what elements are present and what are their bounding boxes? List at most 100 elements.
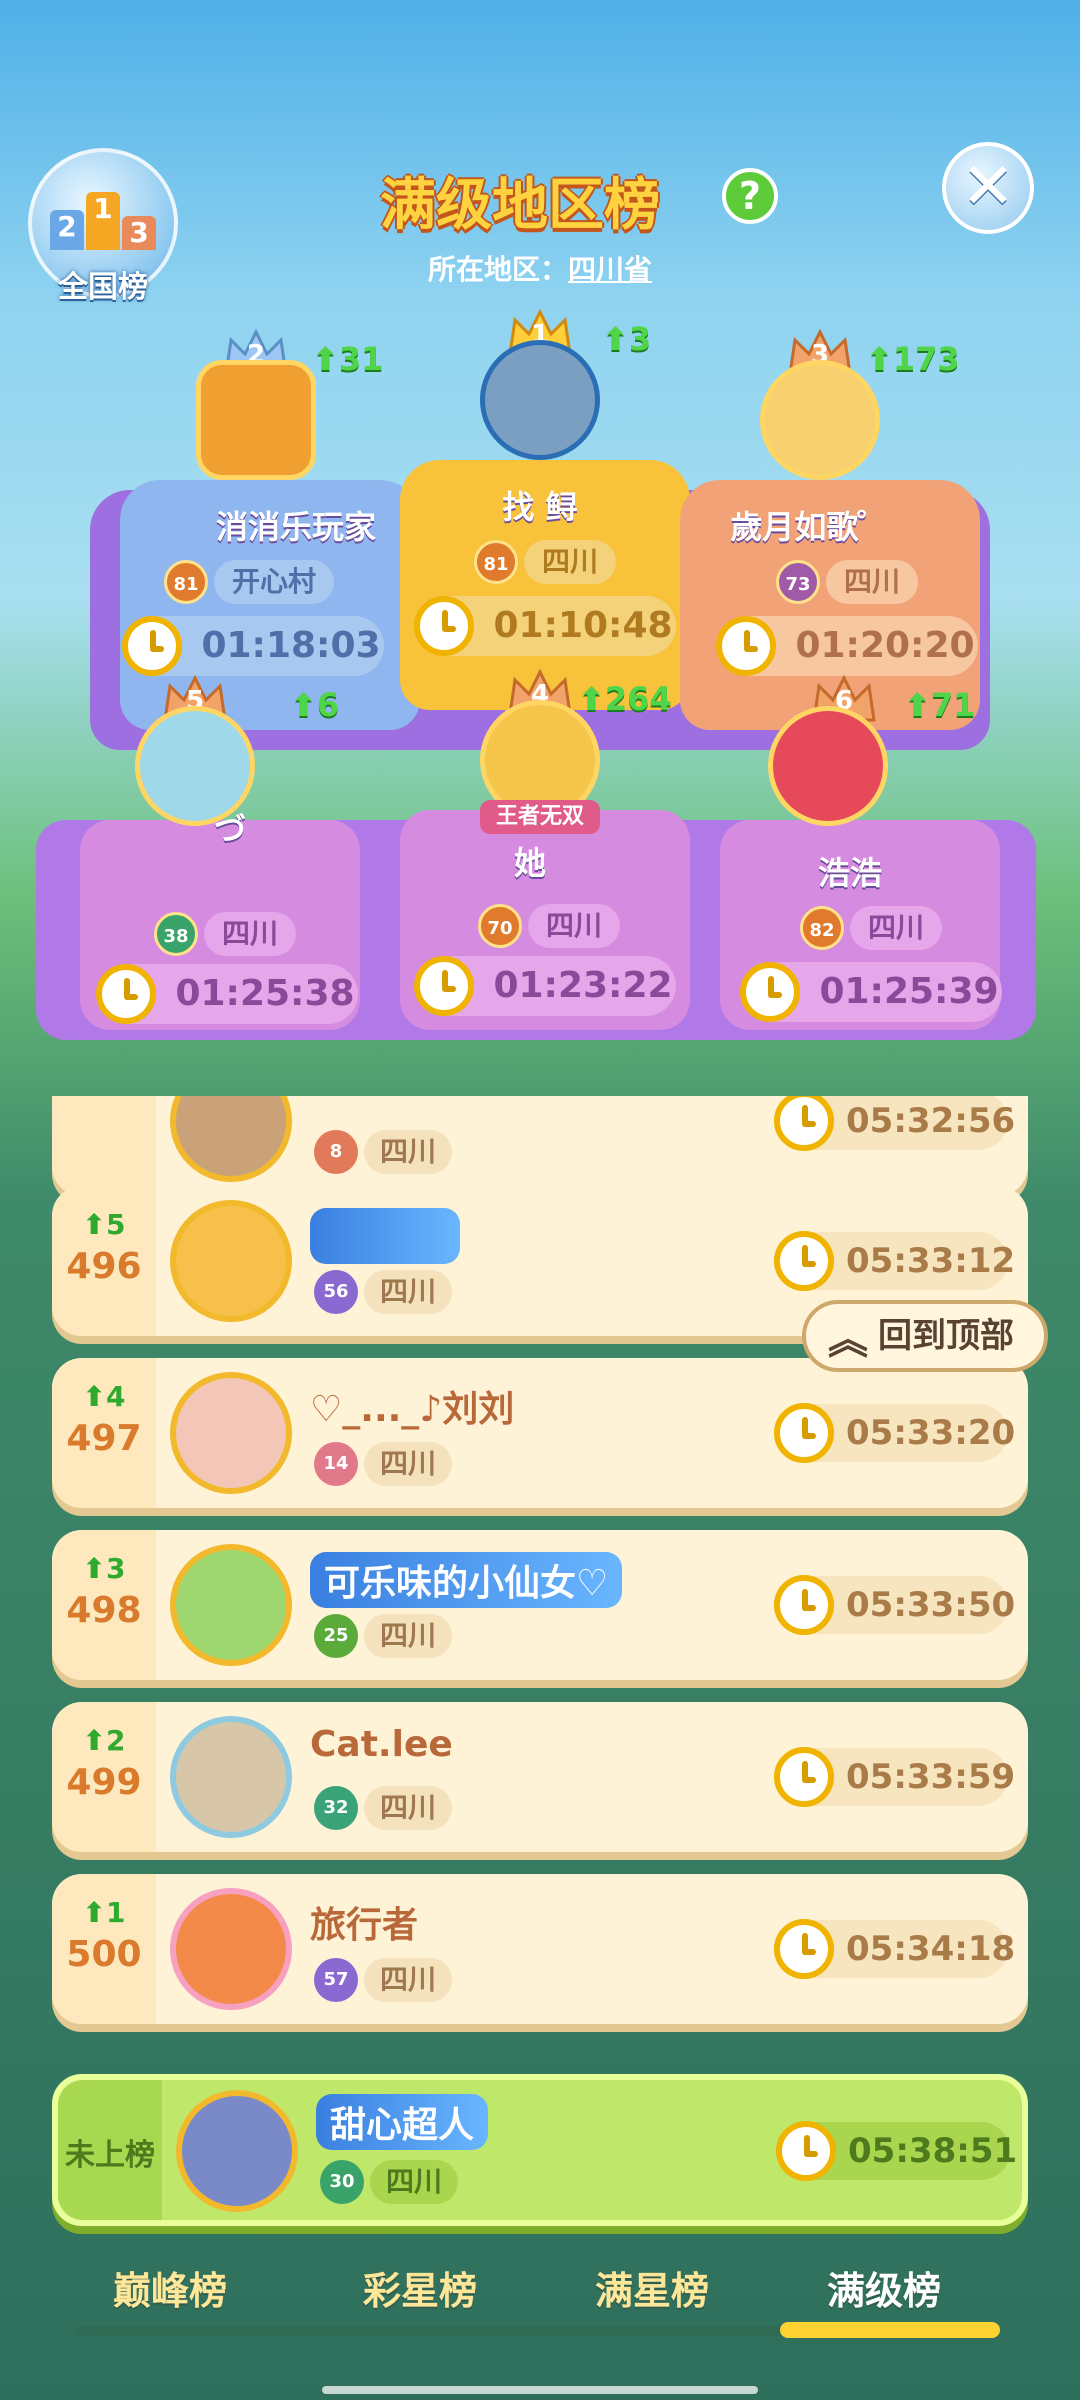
player-name: 甜心超人 — [316, 2094, 489, 2150]
podium-player-2[interactable]: 2 ⬆31 消消乐玩家 81 开心村 01:18:03 — [96, 326, 416, 686]
region-pill: 四川 — [364, 1786, 453, 1830]
region-pill: 四川 — [364, 1614, 453, 1658]
podium-player-1[interactable]: 1 ⬆3 找 鲟 81 四川 01:10:48 — [380, 306, 700, 666]
clock-icon — [716, 616, 776, 676]
level-badge: 30 — [320, 2160, 364, 2204]
avatar — [196, 360, 316, 480]
rank-up-indicator: ⬆3 — [82, 1552, 126, 1585]
list-item[interactable]: ⬆2 499 Cat.lee 32 四川 05:33:59 — [52, 1702, 1028, 1852]
rank-number: 500 — [66, 1934, 142, 1975]
player-name — [310, 1208, 460, 1264]
podium-player-3[interactable]: 3 ⬆173 歲月如歌 ̊ 73 四川 01:20:20 — [660, 326, 980, 686]
time-pill: 05:33:20 — [774, 1403, 1015, 1463]
clock-icon — [96, 964, 156, 1024]
time-pill: 05:33:59 — [774, 1747, 1015, 1807]
region-prefix: 所在地区： — [428, 253, 569, 286]
tab-full-star[interactable]: 满星榜 — [552, 2260, 752, 2315]
ranking-list[interactable]: 8 四川 05:32:56 ⬆5 496 56 四川 05:33:12 ⬆4 4… — [52, 1096, 1028, 2036]
level-badge: 8 — [314, 1130, 358, 1174]
level-badge: 82 — [800, 906, 844, 950]
time-pill: 05:34:18 — [774, 1919, 1015, 1979]
rank-up-indicator: ⬆2 — [82, 1724, 126, 1757]
rank-up-indicator: ⬆264 — [578, 680, 672, 718]
home-indicator[interactable] — [322, 2386, 758, 2394]
region-pill: 四川 — [524, 540, 617, 584]
region-pill: 四川 — [528, 904, 621, 948]
help-icon[interactable]: ? — [722, 168, 778, 224]
tab-full-level[interactable]: 满级榜 — [784, 2260, 984, 2315]
clock-icon — [414, 596, 474, 656]
page-title: 满级地区榜 — [380, 173, 660, 238]
region-link[interactable]: 四川省 — [568, 253, 652, 286]
region-pill: 四川 — [364, 1442, 453, 1486]
avatar — [170, 1544, 292, 1666]
list-item[interactable]: ⬆1 500 旅行者 57 四川 05:34:18 — [52, 1874, 1028, 2024]
region-pill: 四川 — [364, 1270, 453, 1314]
back-to-top-button[interactable]: ︽ 回到顶部 — [802, 1300, 1048, 1372]
close-button[interactable]: ✕ — [942, 142, 1034, 234]
level-badge: 56 — [314, 1270, 358, 1314]
region-pill: 四川 — [364, 1958, 453, 2002]
player-name: 可乐味的小仙女♡ — [310, 1552, 623, 1608]
bottom-tabs: 巅峰榜 彩星榜 满星榜 满级榜 — [0, 2250, 1080, 2330]
rank-number: 497 — [66, 1418, 142, 1459]
rank-up-indicator: ⬆6 — [290, 686, 340, 724]
time-pill: 01:25:39 — [740, 962, 1002, 1022]
rank-up-indicator: ⬆4 — [82, 1380, 126, 1413]
avatar — [170, 1200, 292, 1322]
level-badge: 14 — [314, 1442, 358, 1486]
region-pill: 四川 — [850, 906, 943, 950]
level-badge: 57 — [314, 1958, 358, 2002]
rank-up-indicator: ⬆3 — [602, 320, 652, 358]
list-item[interactable]: 8 四川 05:32:56 — [52, 1096, 1028, 1196]
time-pill: 01:25:38 — [96, 964, 358, 1024]
region-pill: 四川 — [364, 1130, 453, 1174]
avatar — [768, 706, 888, 826]
clock-icon — [740, 962, 800, 1022]
player-name: 旅行者 — [310, 1905, 419, 1946]
avatar — [170, 1888, 292, 2010]
level-badge: 70 — [478, 904, 522, 948]
list-item[interactable]: ⬆3 498 可乐味的小仙女♡ 25 四川 05:33:50 — [52, 1530, 1028, 1680]
avatar — [170, 1372, 292, 1494]
double-chevron-up-icon: ︽ — [828, 1317, 868, 1363]
rank-up-indicator: ⬆5 — [82, 1208, 126, 1241]
time-pill: 01:23:22 — [414, 956, 676, 1016]
rank-number: 499 — [66, 1762, 142, 1803]
region-pill: 开心村 — [214, 560, 335, 604]
time-pill: 05:33:50 — [774, 1575, 1015, 1635]
time-pill: 05:38:51 — [776, 2121, 1017, 2181]
rank-up-indicator: ⬆71 — [904, 686, 976, 724]
list-item[interactable]: ⬆4 497 ♡_..._♪刘刘 14 四川 05:33:20 — [52, 1358, 1028, 1508]
time-pill: 01:10:48 — [414, 596, 676, 656]
level-badge: 32 — [314, 1786, 358, 1830]
player-name: 她 — [513, 844, 546, 882]
rank-number: 498 — [66, 1590, 142, 1631]
podium-icon: 2 1 3 — [50, 190, 156, 250]
region-pill: 四川 — [826, 560, 919, 604]
podium-player-5[interactable]: 5 ⬆6 づ 38 四川 01:25:38 — [70, 672, 390, 1032]
clock-icon — [774, 1231, 834, 1291]
rank-up-indicator: ⬆1 — [82, 1896, 126, 1929]
podium-player-4[interactable]: 4 ⬆264 王者无双 她 70 四川 01:23:22 — [380, 666, 700, 1026]
tab-color-star[interactable]: 彩星榜 — [320, 2260, 520, 2315]
level-badge: 25 — [314, 1614, 358, 1658]
clock-icon — [776, 2121, 836, 2181]
tab-peak[interactable]: 巅峰榜 — [70, 2260, 270, 2315]
my-rank-label: 未上榜 — [65, 2138, 155, 2173]
podium-player-6[interactable]: 6 ⬆71 浩浩 82 四川 01:25:39 — [690, 672, 1010, 1032]
player-name: 歲月如歌 ̊ — [730, 508, 870, 546]
time-pill: 01:18:03 — [122, 616, 384, 676]
clock-icon — [774, 1575, 834, 1635]
level-badge: 73 — [776, 560, 820, 604]
level-badge: 81 — [164, 560, 208, 604]
region-pill: 四川 — [204, 912, 297, 956]
clock-icon — [774, 1919, 834, 1979]
avatar — [176, 2090, 298, 2212]
national-rank-label: 全国榜 — [58, 270, 148, 305]
avatar — [170, 1716, 292, 1838]
title-tag: 王者无双 — [480, 800, 600, 834]
clock-icon — [774, 1096, 834, 1151]
my-rank-row[interactable]: 未上榜 甜心超人 30 四川 05:38:51 — [52, 2074, 1028, 2226]
player-name: ♡_..._♪刘刘 — [310, 1389, 515, 1430]
